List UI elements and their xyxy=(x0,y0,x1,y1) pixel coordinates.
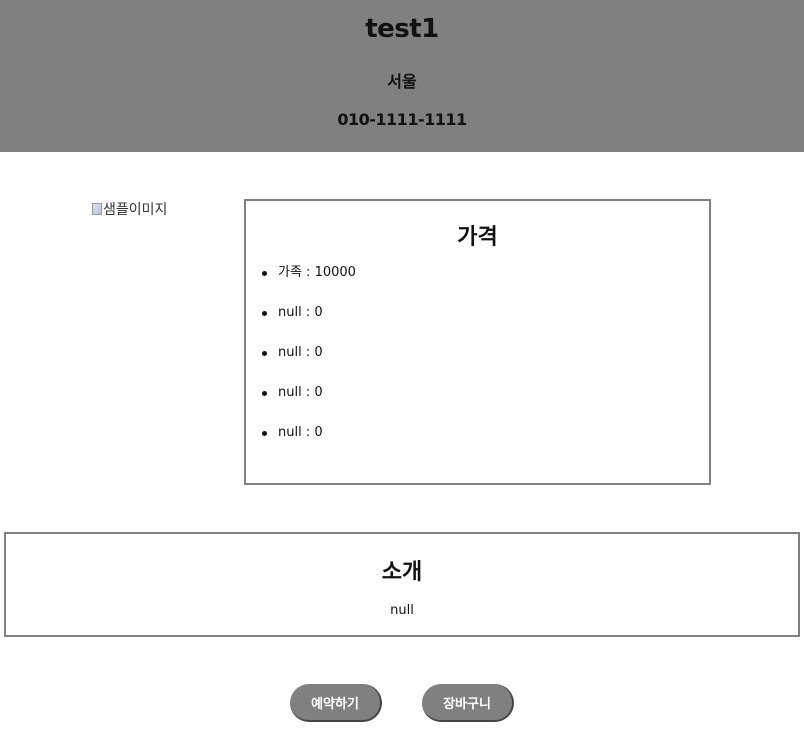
intro-title: 소개 xyxy=(381,560,423,585)
price-list: 가족 : 10000 null : 0 null : 0 null : 0 nu… xyxy=(246,265,356,465)
price-item: null : 0 xyxy=(246,305,356,345)
sample-image: 샘플이미지 xyxy=(92,199,167,219)
price-item: 가족 : 10000 xyxy=(246,265,356,305)
header-banner: test1 서울 010-1111-1111 xyxy=(0,0,804,152)
price-title: 가격 xyxy=(457,225,498,250)
sample-image-alt-text: 샘플이미지 xyxy=(103,202,168,218)
cart-button[interactable]: 장바구니 xyxy=(422,684,514,722)
price-item: null : 0 xyxy=(246,425,356,465)
price-item: null : 0 xyxy=(246,385,356,425)
reserve-button[interactable]: 예약하기 xyxy=(290,684,382,722)
broken-image-icon xyxy=(92,203,102,215)
intro-panel: 소개 null xyxy=(4,532,800,637)
intro-text: null xyxy=(390,603,414,618)
price-panel: 가격 가족 : 10000 null : 0 null : 0 null : 0… xyxy=(244,199,711,485)
place-region: 서울 xyxy=(387,72,417,91)
place-phone: 010-1111-1111 xyxy=(337,110,467,129)
place-title: test1 xyxy=(365,14,439,44)
price-item: null : 0 xyxy=(246,345,356,385)
